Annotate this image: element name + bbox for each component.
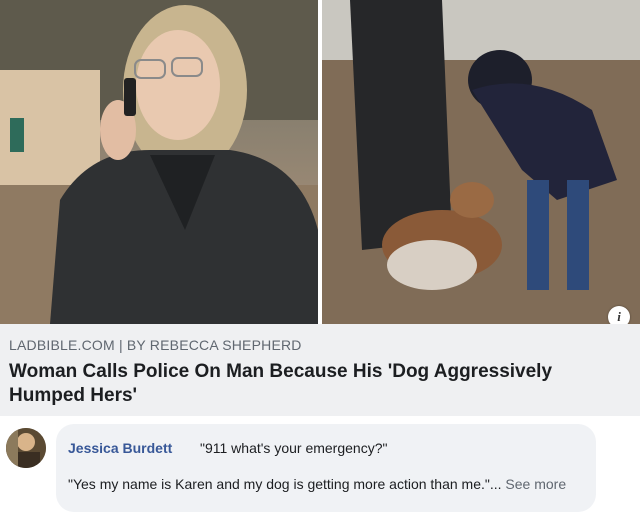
avatar[interactable] [6, 428, 46, 468]
photo-woman-on-phone[interactable] [0, 0, 318, 324]
comment-section: Jessica Burdett "911 what's your emergen… [0, 416, 640, 516]
comment-text-line1: "911 what's your emergency?" [200, 440, 388, 456]
link-preview-card[interactable]: LADBIBLE.COM | BY REBECCA SHEPHERD Woman… [0, 324, 640, 417]
avatar-image [6, 428, 46, 468]
comment-text-line2: "Yes my name is Karen and my dog is gett… [68, 474, 578, 494]
link-source: LADBIBLE.COM | BY REBECCA SHEPHERD [9, 337, 302, 353]
link-headline[interactable]: Woman Calls Police On Man Because His 'D… [9, 360, 619, 408]
article-photos[interactable]: i [0, 0, 640, 328]
comment-text-body: "Yes my name is Karen and my dog is gett… [68, 476, 502, 492]
info-badge-glyph: i [617, 309, 621, 324]
photo-dogs[interactable] [322, 0, 640, 324]
comment-bubble: Jessica Burdett "911 what's your emergen… [56, 424, 596, 512]
comment-author[interactable]: Jessica Burdett [68, 440, 172, 456]
see-more-link[interactable]: See more [505, 476, 566, 492]
dogs-scene-image [322, 0, 640, 324]
woman-on-phone-image [0, 0, 318, 324]
